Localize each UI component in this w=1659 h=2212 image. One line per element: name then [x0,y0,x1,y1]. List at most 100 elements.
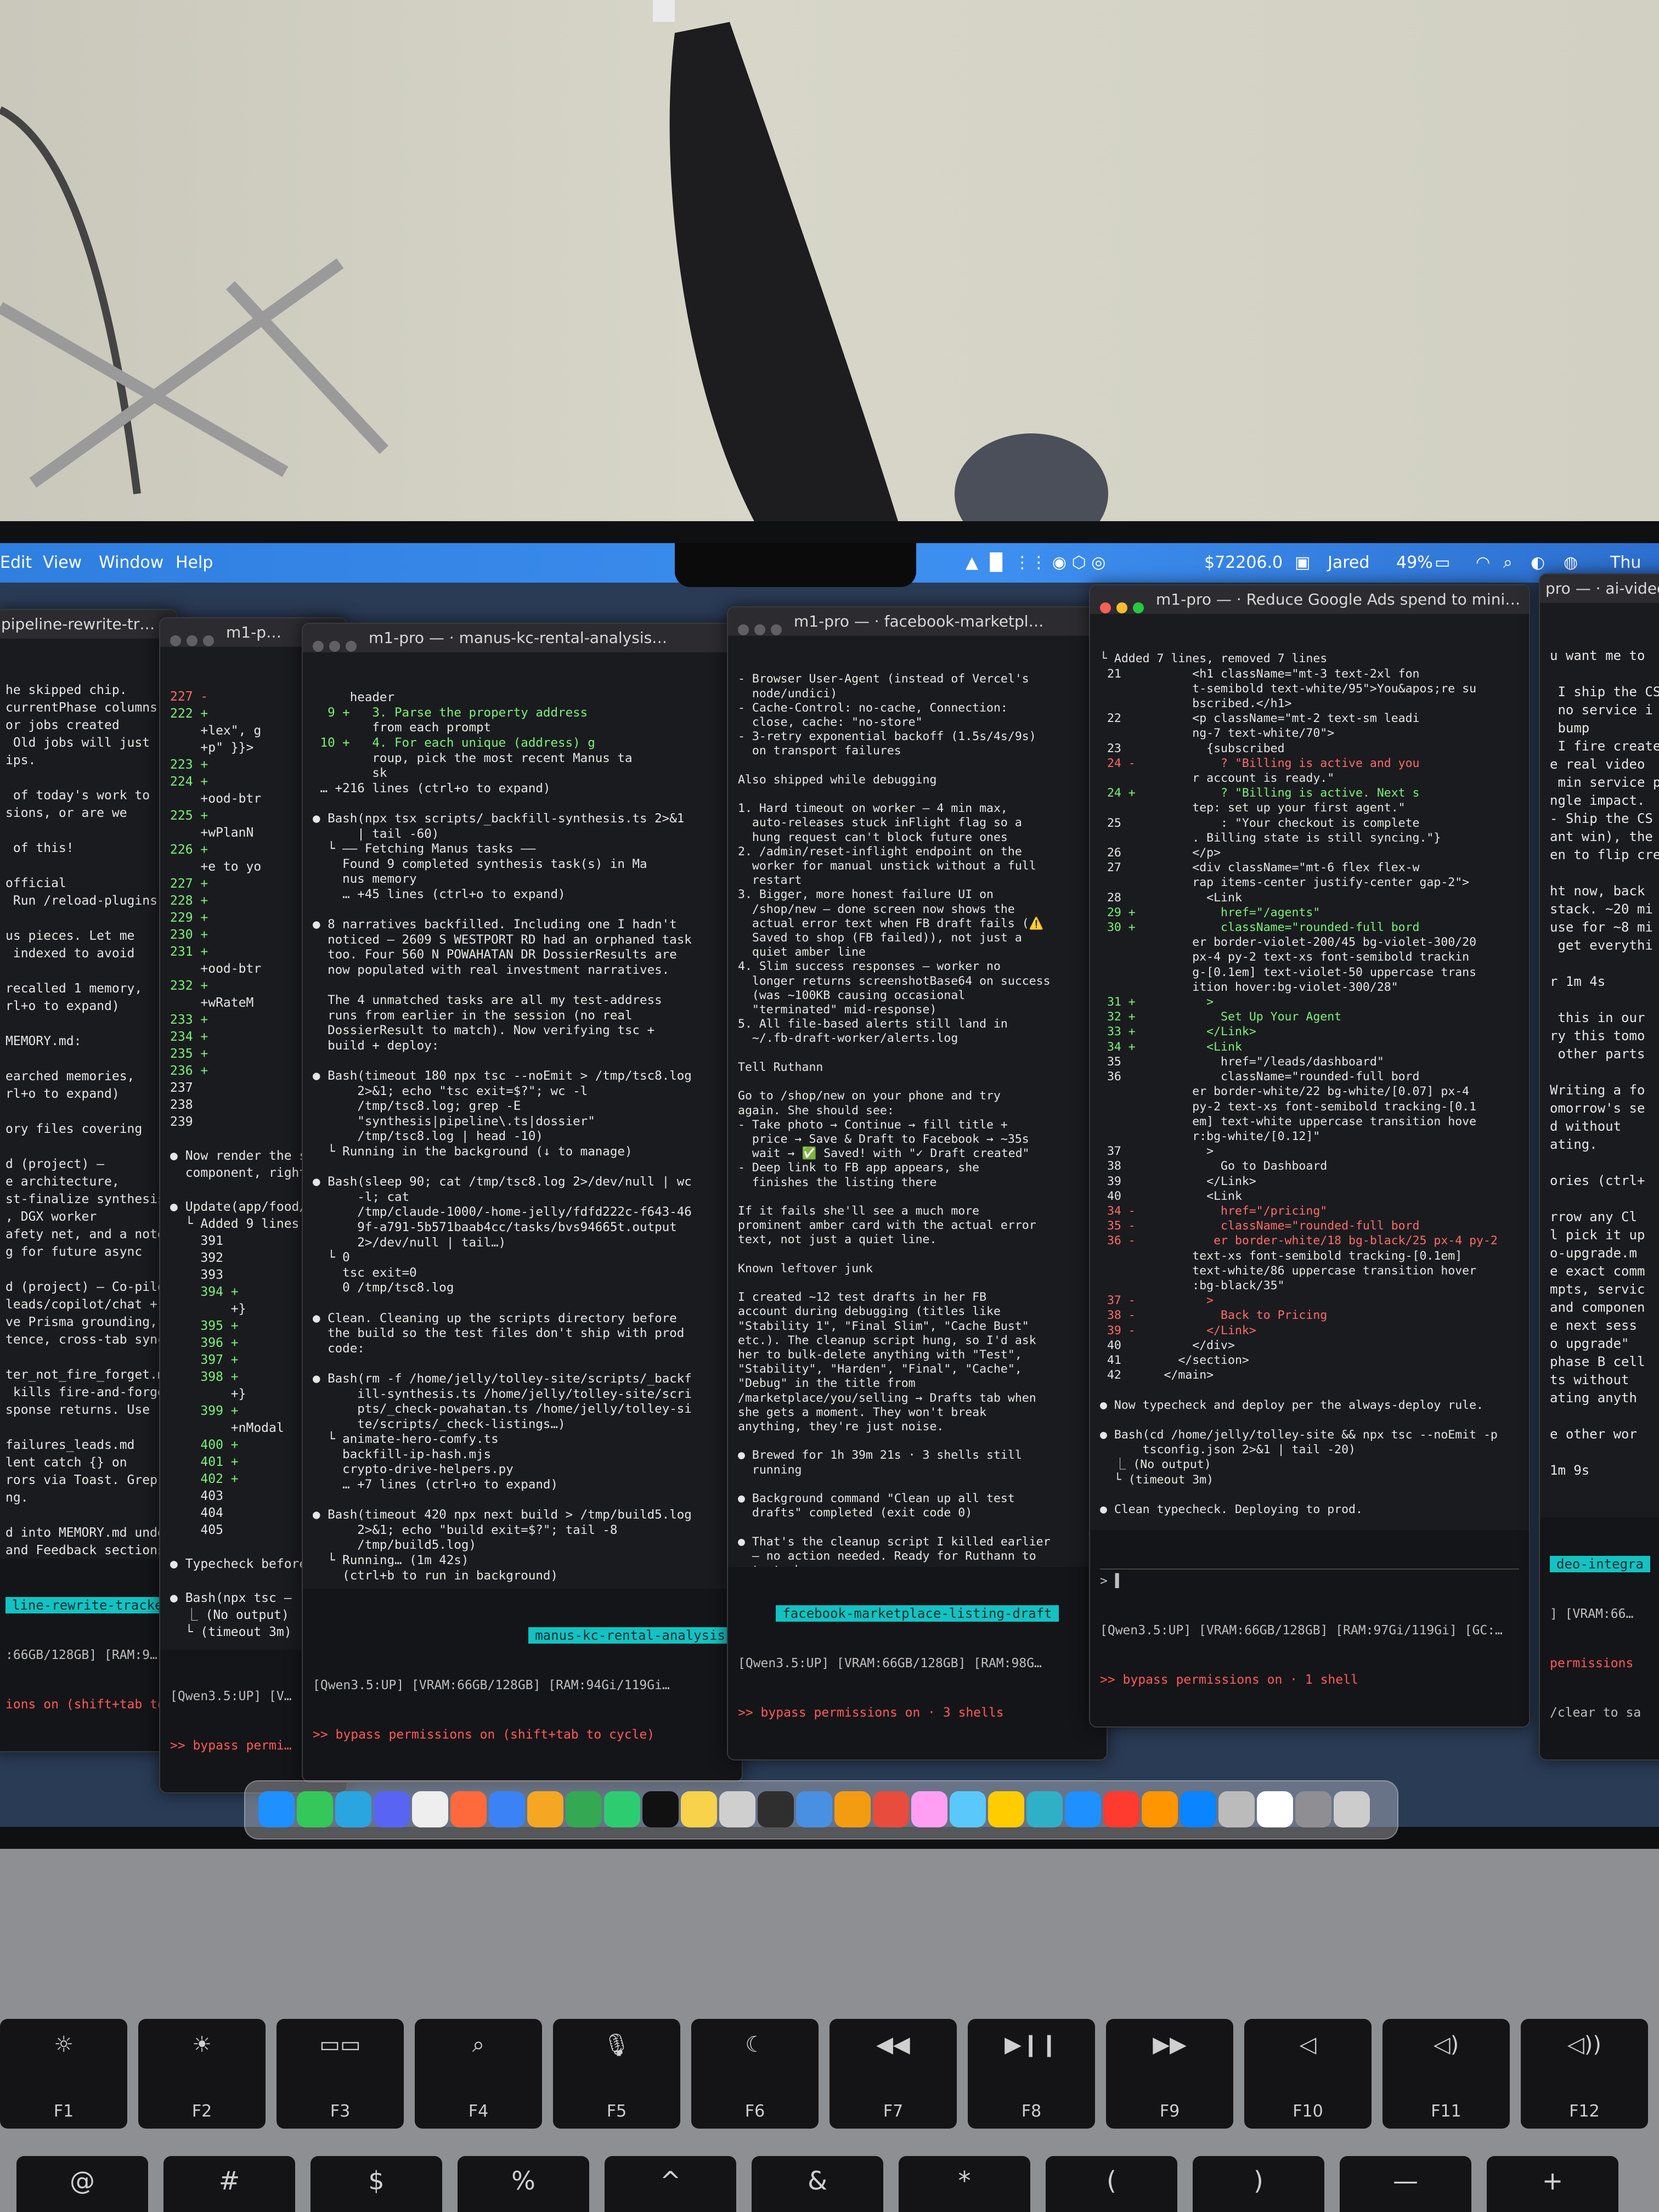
terminal-line: too. Four 560 N POWAHATAN DR DossierResu… [313,947,677,962]
menu-view[interactable]: View [43,553,82,572]
prompt-input[interactable]: > ▌ [1100,1568,1519,1589]
window-controls[interactable] [738,616,787,636]
dock-app-icon[interactable] [911,1791,947,1827]
dock-app-icon[interactable] [604,1791,640,1827]
dock-app-icon[interactable] [1295,1791,1331,1827]
terminal-line: "Debug" in the title from [738,1376,916,1391]
window-controls[interactable] [1100,594,1149,614]
terminal-window-pipeline[interactable]: pipeline-rewrite-tr… he skipped chip. cur… [0,609,178,1752]
number-key[interactable]: % [458,2156,589,2212]
window-title: m1-pro — · facebook-marketpl… [794,612,1044,630]
key-f2[interactable]: ☀ F2 [138,2019,266,2129]
dock-app-icon[interactable] [527,1791,563,1827]
key-f4[interactable]: ⌕ F4 [415,2019,542,2129]
key-f11[interactable]: ◁) F11 [1383,2019,1510,2129]
menu-help[interactable]: Help [176,553,213,572]
window-title-bar[interactable]: m1-pro — · manus-kc-rental-analysis… [303,624,742,652]
number-key[interactable]: $ [311,2156,442,2212]
terminal-window-manus[interactable]: m1-pro — · manus-kc-rental-analysis… hea… [302,623,743,1782]
dock-app-icon[interactable] [988,1791,1024,1827]
dock-app-icon[interactable] [681,1791,717,1827]
dock-app-icon[interactable] [489,1791,525,1827]
dock-app-icon[interactable] [258,1791,295,1827]
dock-app-icon[interactable] [412,1791,448,1827]
dock-app-icon[interactable] [873,1791,909,1827]
terminal-line: ● Background command "Clean up all test [738,1491,1015,1505]
dock-app-icon[interactable] [796,1791,832,1827]
number-key[interactable]: ^ [605,2156,736,2212]
battery-percent[interactable]: 49% [1396,553,1433,572]
menu-window[interactable]: Window [99,553,163,572]
number-key[interactable]: — [1340,2156,1471,2212]
window-title[interactable]: pipeline-rewrite-tr… [0,610,177,639]
terminal-window-google-ads[interactable]: m1-pro — · Reduce Google Ads spend to mi… [1089,584,1530,1728]
number-key[interactable]: @ [16,2156,148,2212]
dock-app-icon[interactable] [719,1791,755,1827]
number-key[interactable]: & [752,2156,883,2212]
window-title-bar[interactable]: m1-pro — · facebook-marketpl… [728,607,1107,636]
dock-app-icon[interactable] [1218,1791,1255,1827]
dock-app-icon[interactable] [335,1791,371,1827]
dock-app-icon[interactable] [950,1791,986,1827]
key-f3[interactable]: ▭▭ F3 [276,2019,404,2129]
dock-app-icon[interactable] [297,1791,333,1827]
key-f1[interactable]: ☼ F1 [0,2019,127,2129]
siri-icon[interactable]: ◍ [1564,553,1578,572]
terminal-window-facebook[interactable]: m1-pro — · facebook-marketpl… - Browser … [727,606,1108,1760]
terminal-line: 9 + 3. Parse the property address [313,705,588,720]
dock-app-icon[interactable] [1065,1791,1101,1827]
key-f9[interactable]: ▶▶ F9 [1106,2019,1233,2129]
number-key[interactable]: # [163,2156,295,2212]
dock-app-icon[interactable] [1180,1791,1216,1827]
dock-app-icon[interactable] [642,1791,679,1827]
dock-app-icon[interactable] [1334,1791,1370,1827]
search-icon[interactable]: ⌕ [1503,553,1513,572]
terminal-line: 41 </section> [1100,1353,1249,1367]
terminal-line: and Feedback sections. [5,1543,173,1558]
terminal-line: 28 <Link [1100,890,1242,905]
status-line: :66GB/128GB] [RAM:9… [5,1648,157,1662]
terminal-output: u want me to I ship the CS no service i … [1540,603,1659,1523]
terminal-line: (ctrl+b to run in background) [313,1568,558,1583]
terminal-line: again. She should see: [738,1103,894,1118]
wifi-icon[interactable]: ◠ [1476,553,1490,572]
terminal-line: ating. [1550,1137,1598,1152]
window-controls[interactable] [170,627,219,647]
user-name[interactable]: Jared [1328,553,1369,572]
status-line: [Qwen3.5:UP] [VRAM:66GB/128GB] [RAM:98G… [738,1656,1042,1671]
dock-app-icon[interactable] [450,1791,487,1827]
dock-app-icon[interactable] [566,1791,602,1827]
window-controls[interactable] [313,633,362,652]
terminal-line: u want me to [1550,648,1645,663]
menu-edit[interactable]: Edit [0,553,32,572]
cast-icon[interactable]: ▣ [1295,553,1310,572]
dock-app-icon[interactable] [1103,1791,1139,1827]
window-title[interactable]: pro — · ai-video-in… [1540,574,1659,603]
dock-app-icon[interactable] [1142,1791,1178,1827]
terminal-line: 0 /tmp/tsc8.log [313,1280,454,1295]
terminal-window-ai-video[interactable]: pro — · ai-video-in… u want me to I ship… [1539,573,1659,1760]
number-key[interactable]: * [899,2156,1030,2212]
control-center-icon[interactable]: ◐ [1531,553,1545,572]
dock-app-icon[interactable] [758,1791,794,1827]
dock-app-icon[interactable] [374,1791,410,1827]
key-f8[interactable]: ▶❙❙ F8 [968,2019,1095,2129]
room-objects [0,0,1108,538]
key-f10[interactable]: ◁ F10 [1244,2019,1372,2129]
price-ticker[interactable]: $72206.0 [1204,553,1283,572]
key-f5[interactable]: 🎙 F5 [553,2019,680,2129]
key-f12[interactable]: ◁)) F12 [1521,2019,1648,2129]
dock-app-icon[interactable] [1026,1791,1063,1827]
key-f7[interactable]: ◀◀ F7 [830,2019,957,2129]
terminal-line: get everythi [1550,938,1653,953]
number-key[interactable]: ) [1193,2156,1324,2212]
window-title-bar[interactable]: m1-pro — · Reduce Google Ads spend to mi… [1090,585,1529,614]
dock-app-icon[interactable] [1257,1791,1293,1827]
key-f6[interactable]: ☾ F6 [691,2019,819,2129]
number-key[interactable]: + [1487,2156,1618,2212]
number-key[interactable]: ( [1046,2156,1177,2212]
dock-app-icon[interactable] [834,1791,871,1827]
